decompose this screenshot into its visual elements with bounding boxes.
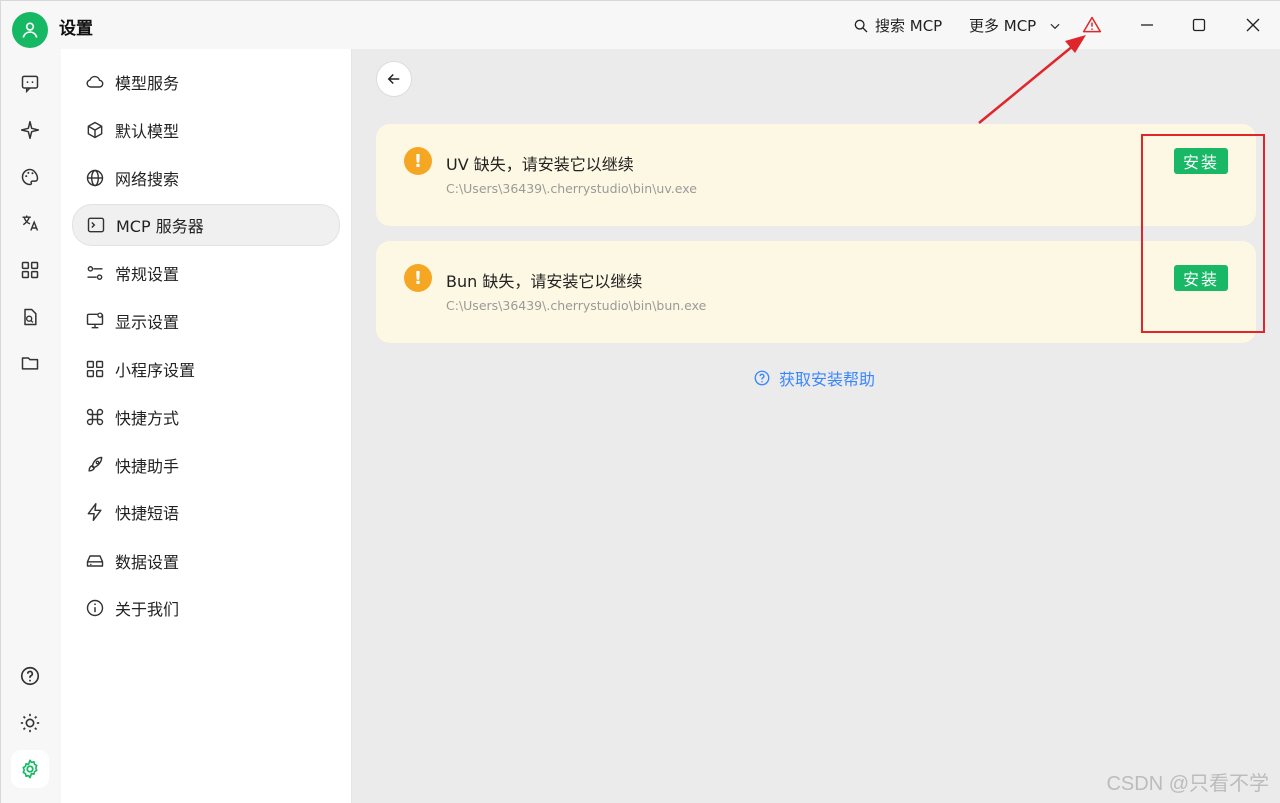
annotation-arrow: [978, 35, 1086, 124]
app-window: 设置 搜索 MCP 更多 MCP 模型服务 默认模型 网络搜索 MCP 服务器 …: [0, 0, 1280, 803]
watermark: CSDN @只看不学: [1106, 773, 1269, 795]
annotation-highlight-box: [1141, 134, 1265, 333]
